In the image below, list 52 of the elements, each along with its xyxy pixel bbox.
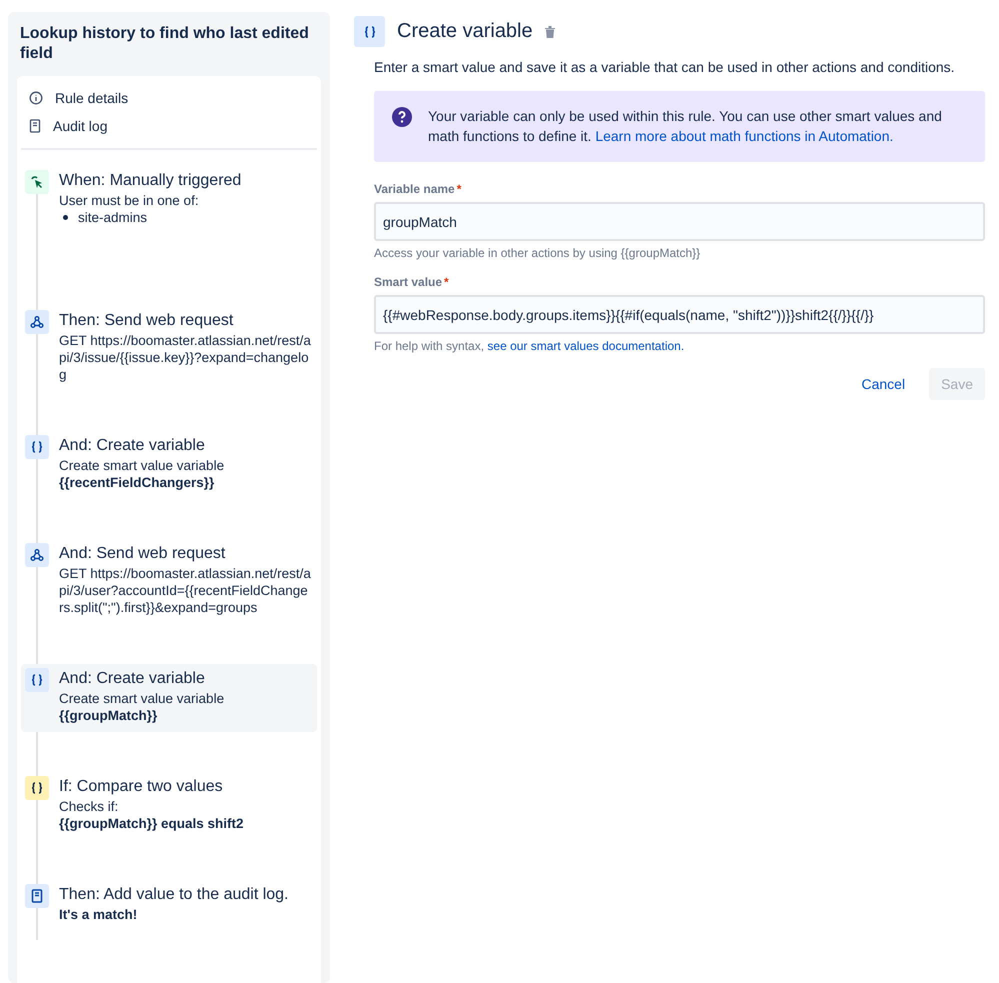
step-title: Then: Add value to the audit log. [59, 885, 290, 905]
math-functions-link[interactable]: Learn more about math functions in Automation. [595, 128, 894, 144]
step-detail: {{recentFieldChangers}} [59, 474, 216, 491]
rule-step[interactable]: Then: Add value to the audit log. It's a match! [21, 880, 317, 940]
step-title: And: Create variable [59, 669, 206, 689]
panel-title: Create variable [397, 20, 533, 43]
field-label: Smart value * [374, 275, 450, 289]
braces-icon [30, 673, 44, 687]
step-detail: {{groupMatch}} equals shift2 [59, 815, 245, 832]
rule-title: Lookup history to find who last edited field [19, 24, 310, 64]
trash-icon[interactable] [544, 26, 555, 38]
braces-icon [30, 781, 44, 795]
field-label: Variable name * [374, 182, 462, 196]
step-detail: GET https://boomaster.atlassian.net/rest/api/3/user?accountId={{recentFieldChangers.split(";").first}}&expand=groups [59, 565, 311, 616]
menu-item[interactable]: Rule details [21, 84, 317, 112]
step-detail: {{groupMatch}} [59, 707, 158, 724]
rule-step[interactable]: And: Create variable Create smart value variable {{recentFieldChangers}} [21, 431, 317, 499]
bullet-icon [63, 215, 68, 220]
step-detail: Checks if: [59, 798, 120, 815]
rule-step[interactable]: And: Send web request GET https://boomaster.atlassian.net/rest/api/3/user?accountId={{recentFieldChangers.split(";").first}}&expand=groups [21, 539, 317, 624]
webhook-icon [30, 315, 44, 329]
help-icon [392, 107, 412, 127]
document-icon [31, 889, 43, 903]
info-text: Your variable can only be used within this rule. You can use other smart values and math functions to define it. Learn more about math functions in Automation. [428, 107, 943, 146]
rule-step[interactable]: When: Manually triggered User must be in one of: site-admins [21, 166, 317, 266]
documentation-link[interactable]: see our smart values documentation. [487, 339, 684, 353]
cursor-icon [30, 175, 44, 189]
rule-step[interactable]: And: Create variable Create smart value variable {{groupMatch}} [21, 664, 317, 732]
menu-item[interactable]: Audit log [21, 112, 317, 140]
step-detail: GET https://boomaster.atlassian.net/rest/api/3/issue/{{issue.key}}?expand=changelog [59, 332, 311, 383]
document-icon [29, 119, 41, 133]
step-detail: Create smart value variable [59, 690, 226, 707]
field-help: For help with syntax, see our smart values documentation. [374, 339, 686, 353]
step-detail: User must be in one of: [59, 192, 200, 209]
step-detail: site-admins [78, 209, 148, 226]
step-title: If: Compare two values [59, 777, 224, 797]
step-title: And: Create variable [59, 436, 206, 456]
panel-description: Enter a smart value and save it as a variable that can be used in other actions and conditions. [374, 59, 956, 75]
step-title: When: Manually triggered [59, 171, 242, 191]
rule-step[interactable]: Then: Send web request GET https://boomaster.atlassian.net/rest/api/3/issue/{{issue.key}}?expand=changelog [21, 306, 317, 391]
info-icon [29, 91, 43, 105]
step-detail: Create smart value variable [59, 457, 226, 474]
webhook-icon [30, 548, 44, 562]
field-help: Access your variable in other actions by using {{groupMatch}} [374, 246, 702, 260]
step-detail: It's a match! [59, 906, 138, 923]
input-field[interactable]: {{#webResponse.body.groups.items}}{{#if(equals(name, "shift2"))}}shift2{{/}}{{/}} [374, 295, 985, 334]
step-title: And: Send web request [59, 544, 226, 564]
cancel-button[interactable]: Cancel [849, 368, 918, 400]
input-field[interactable]: groupMatch [374, 202, 985, 241]
step-title: Then: Send web request [59, 311, 234, 331]
braces-icon [30, 440, 44, 454]
rule-step[interactable]: If: Compare two values Checks if: {{groupMatch}} equals shift2 [21, 772, 317, 840]
